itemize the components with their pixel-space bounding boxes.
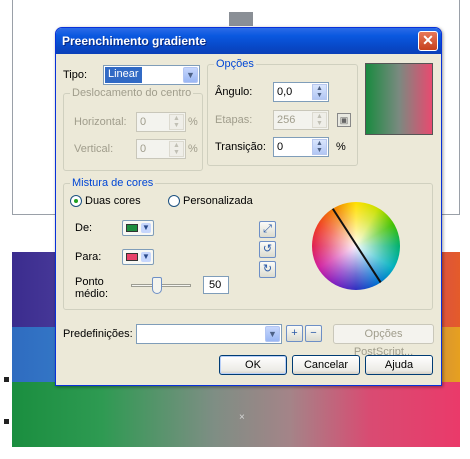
spinner-arrows-icon[interactable]: ▲ ▼ xyxy=(169,141,184,157)
spinner-arrows-icon[interactable]: ▲ ▼ xyxy=(169,114,184,130)
steps-label: Etapas: xyxy=(215,114,253,126)
direct-blend-icon[interactable]: ⤢ xyxy=(259,221,276,238)
steps-spinner[interactable]: 256 ▲ ▼ xyxy=(273,110,329,130)
from-color-picker[interactable]: ▼ xyxy=(122,220,154,236)
gradient-fill-dialog: Preenchimento gradiente ✕ Tipo: Linear ▼… xyxy=(55,27,442,386)
dialog-titlebar[interactable]: Preenchimento gradiente ✕ xyxy=(56,28,441,54)
gradient-band-green-pink xyxy=(12,382,460,447)
cancel-button[interactable]: Cancelar xyxy=(292,355,360,375)
spinner-arrows-icon[interactable]: ▲ ▼ xyxy=(312,84,327,100)
spinner-arrows-icon[interactable]: ▲ ▼ xyxy=(312,112,327,128)
gradient-preview[interactable] xyxy=(365,63,433,135)
document-tab-marker xyxy=(229,12,253,26)
lock-icon[interactable]: ▣ xyxy=(337,113,351,127)
chevron-down-icon[interactable]: ▼ xyxy=(183,67,198,83)
add-preset-icon[interactable]: + xyxy=(286,325,303,342)
close-icon: ✕ xyxy=(422,32,434,48)
dialog-title: Preenchimento gradiente xyxy=(62,34,207,48)
spinner-arrows-icon[interactable]: ▲ ▼ xyxy=(312,139,327,155)
two-colors-label: Duas cores xyxy=(85,195,141,207)
horizontal-label: Horizontal: xyxy=(74,116,127,128)
angle-label: Ângulo: xyxy=(215,86,253,98)
clockwise-blend-icon[interactable]: ↻ xyxy=(259,261,276,278)
from-label: De: xyxy=(75,222,93,234)
midpoint-label-line1: Ponto xyxy=(75,276,104,288)
type-label: Tipo: xyxy=(63,69,88,81)
to-label: Para: xyxy=(75,251,102,263)
steps-value: 256 xyxy=(277,114,296,126)
ok-button[interactable]: OK xyxy=(219,355,287,375)
from-color-swatch xyxy=(126,224,138,232)
color-blend-title: Mistura de cores xyxy=(70,177,156,189)
to-color-swatch xyxy=(126,253,138,261)
midpoint-label-line2: médio: xyxy=(75,288,109,300)
angle-value: 0,0 xyxy=(277,86,293,98)
selection-handle[interactable] xyxy=(4,377,9,382)
custom-radio[interactable] xyxy=(168,195,180,207)
options-title: Opções xyxy=(214,58,256,70)
transition-spinner[interactable]: 0 ▲ ▼ xyxy=(273,137,329,157)
chevron-down-icon: ▼ xyxy=(141,223,151,233)
horizontal-spinner[interactable]: 0 ▲ ▼ xyxy=(136,112,186,132)
transition-percent: % xyxy=(336,141,346,153)
counterclockwise-blend-icon[interactable]: ↺ xyxy=(259,241,276,258)
center-offset-group: Deslocamento do centro xyxy=(63,87,203,171)
remove-preset-icon[interactable]: − xyxy=(305,325,322,342)
midpoint-value: 50 xyxy=(209,279,222,291)
help-button[interactable]: Ajuda xyxy=(365,355,433,375)
color-wheel[interactable] xyxy=(312,202,400,290)
two-colors-radio[interactable] xyxy=(70,195,82,207)
custom-label: Personalizada xyxy=(183,195,253,207)
presets-label: Predefinições: xyxy=(63,328,133,340)
vertical-percent: % xyxy=(188,143,198,155)
chevron-down-icon[interactable]: ▼ xyxy=(265,326,280,342)
center-offset-title: Deslocamento do centro xyxy=(70,87,194,99)
presets-combo[interactable]: ▼ xyxy=(136,324,282,344)
transition-label: Transição: xyxy=(215,141,266,153)
midpoint-slider-thumb[interactable] xyxy=(152,277,162,294)
transition-value: 0 xyxy=(277,141,284,153)
to-color-picker[interactable]: ▼ xyxy=(122,249,154,265)
selection-handle[interactable] xyxy=(4,419,9,424)
chevron-down-icon: ▼ xyxy=(141,252,151,262)
vertical-spinner[interactable]: 0 ▲ ▼ xyxy=(136,139,186,159)
close-button[interactable]: ✕ xyxy=(418,31,438,51)
type-select[interactable]: Linear ▼ xyxy=(103,65,200,85)
vertical-label: Vertical: xyxy=(74,143,114,155)
postscript-options-button[interactable]: Opções PostScript... xyxy=(333,324,434,358)
angle-spinner[interactable]: 0,0 ▲ ▼ xyxy=(273,82,329,102)
vertical-value: 0 xyxy=(140,143,147,155)
horizontal-value: 0 xyxy=(140,116,147,128)
center-marker: × xyxy=(239,412,245,423)
horizontal-percent: % xyxy=(188,116,198,128)
type-select-value: Linear xyxy=(105,67,142,83)
midpoint-input[interactable]: 50 xyxy=(203,276,229,294)
